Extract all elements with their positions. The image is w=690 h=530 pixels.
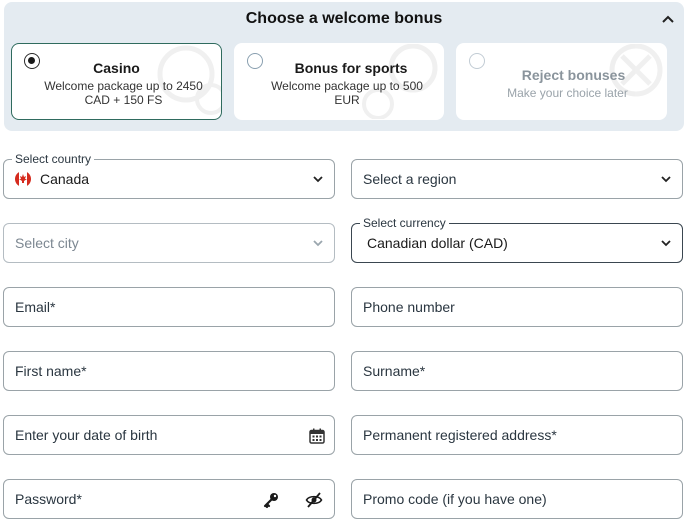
email-field[interactable]: Email* xyxy=(3,287,335,327)
currency-value: Canadian dollar (CAD) xyxy=(367,235,508,251)
bonus-panel-title: Choose a welcome bonus xyxy=(245,10,443,27)
casino-description: Welcome package up to 2450 CAD + 150 FS xyxy=(44,79,203,107)
promo-code-field[interactable]: Promo code (if you have one) xyxy=(351,479,683,519)
bonus-option-sports[interactable]: Bonus for sports Welcome package up to 5… xyxy=(234,43,444,120)
eye-off-icon[interactable] xyxy=(305,491,323,509)
region-placeholder: Select a region xyxy=(363,171,457,187)
surname-field[interactable]: Surname* xyxy=(351,351,683,391)
chevron-down-icon xyxy=(313,240,323,247)
city-select[interactable]: Select city xyxy=(3,223,335,263)
surname-placeholder: Surname* xyxy=(363,363,426,379)
city-placeholder: Select city xyxy=(15,235,79,251)
sports-description: Welcome package up to 500 EUR xyxy=(271,79,423,107)
reject-title: Reject bonuses xyxy=(521,67,626,83)
country-select[interactable]: Select country Canada xyxy=(3,152,335,199)
chevron-up-icon xyxy=(662,15,674,23)
country-value: Canada xyxy=(40,171,90,187)
password-placeholder: Password* xyxy=(15,491,82,507)
sports-title: Bonus for sports xyxy=(294,60,408,76)
bonus-option-casino[interactable]: Casino Welcome package up to 2450 CAD + … xyxy=(11,43,222,120)
dob-placeholder: Enter your date of birth xyxy=(15,427,158,443)
first-name-placeholder: First name* xyxy=(15,363,87,379)
country-value-wrapper: Canada xyxy=(15,160,89,198)
region-select[interactable]: Select a region xyxy=(351,159,683,199)
address-field[interactable]: Permanent registered address* xyxy=(351,415,683,455)
password-field[interactable]: Password* xyxy=(3,479,335,519)
casino-title: Casino xyxy=(93,60,140,76)
bonus-option-reject[interactable]: Reject bonuses Make your choice later xyxy=(456,43,667,120)
key-icon[interactable] xyxy=(262,491,280,509)
currency-select[interactable]: Select currency Canadian dollar (CAD) xyxy=(351,216,683,263)
address-placeholder: Permanent registered address* xyxy=(363,427,557,443)
chevron-down-icon xyxy=(661,176,671,183)
collapse-button[interactable] xyxy=(660,11,676,27)
chevron-down-icon xyxy=(661,240,671,247)
promo-placeholder: Promo code (if you have one) xyxy=(363,491,547,507)
phone-placeholder: Phone number xyxy=(363,299,455,315)
date-of-birth-field[interactable]: Enter your date of birth xyxy=(3,415,335,455)
chevron-down-icon xyxy=(313,176,323,183)
phone-field[interactable]: Phone number xyxy=(351,287,683,327)
email-placeholder: Email* xyxy=(15,299,56,315)
calendar-icon[interactable] xyxy=(308,427,326,445)
canada-flag-icon xyxy=(15,171,31,187)
reject-description: Make your choice later xyxy=(507,86,628,100)
welcome-bonus-panel: Choose a welcome bonus Casino Welcome pa… xyxy=(4,2,684,131)
first-name-field[interactable]: First name* xyxy=(3,351,335,391)
